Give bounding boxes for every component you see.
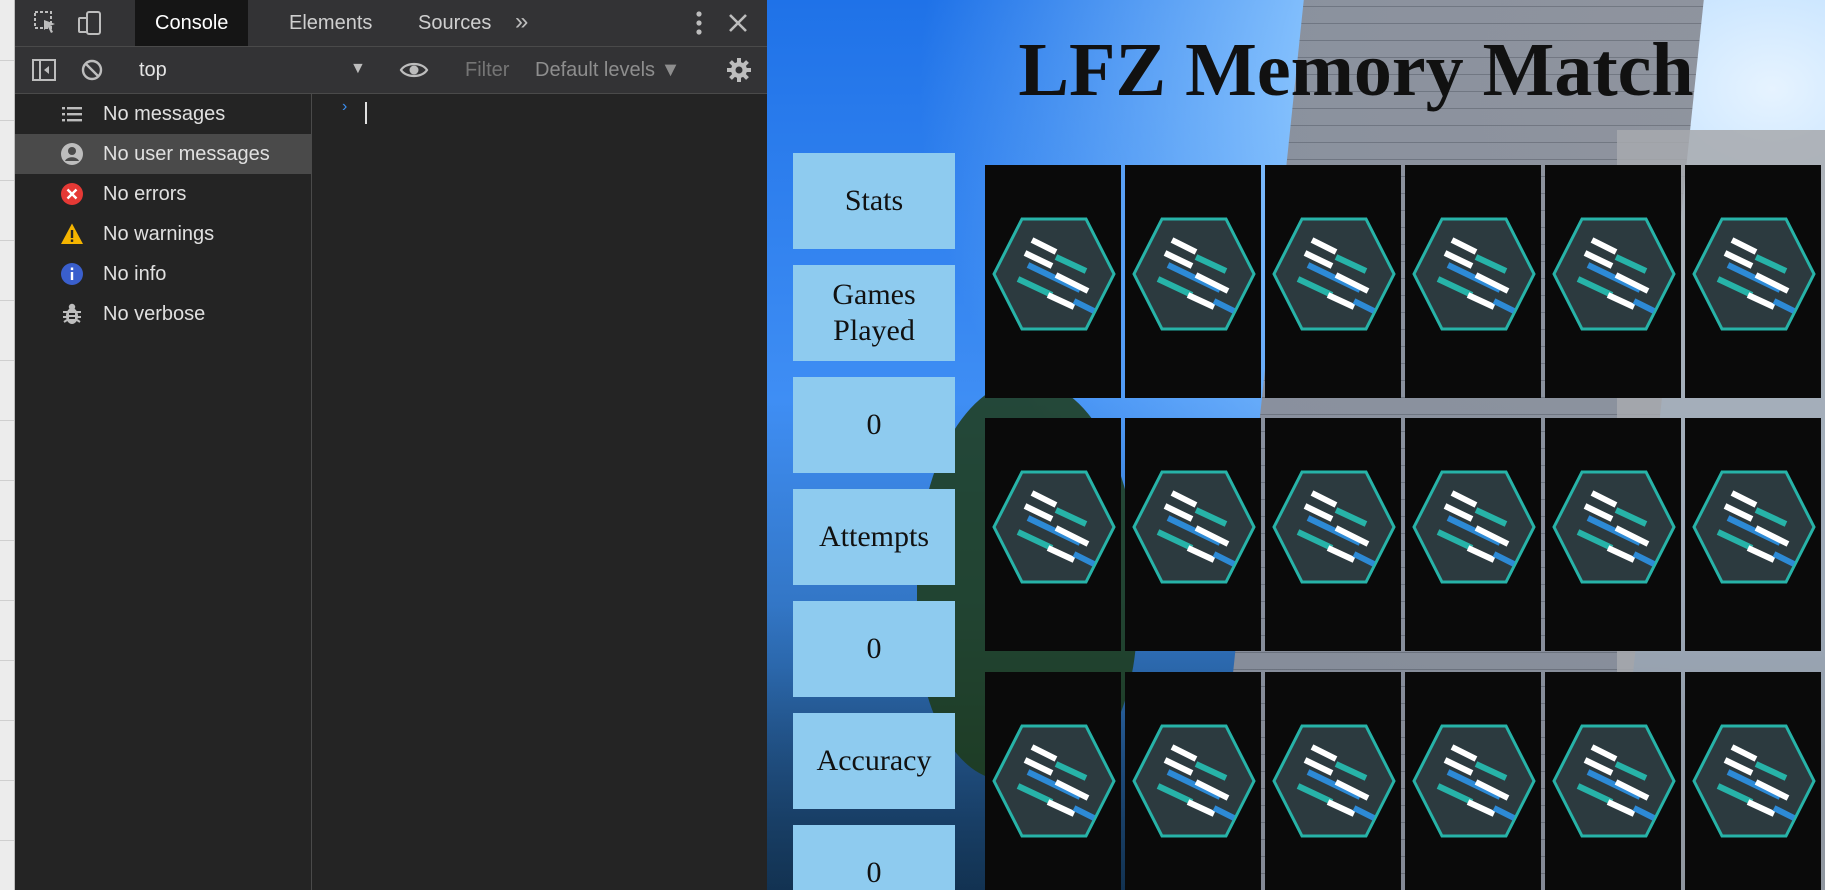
- memory-card[interactable]: [985, 418, 1121, 651]
- log-levels-dropdown[interactable]: Default levels ▼: [535, 47, 680, 93]
- devtools-tab-bar: Console Elements Sources »: [15, 0, 767, 47]
- more-options-icon[interactable]: [693, 8, 705, 38]
- memory-card[interactable]: [1125, 672, 1261, 890]
- sidebar-item-verbose[interactable]: No verbose: [15, 294, 311, 334]
- filter-input[interactable]: [465, 47, 535, 93]
- more-tabs-button[interactable]: »: [515, 0, 528, 46]
- tab-console[interactable]: Console: [135, 0, 249, 46]
- sidebar-item-warnings[interactable]: No warnings: [15, 214, 311, 254]
- accuracy-label: Accuracy: [793, 713, 955, 809]
- lfz-logo-icon: [1132, 470, 1256, 584]
- lfz-logo-icon: [1552, 724, 1676, 838]
- memory-card[interactable]: [1265, 418, 1401, 651]
- close-icon[interactable]: [725, 10, 751, 36]
- user-icon: [61, 143, 83, 165]
- lfz-logo-icon: [1132, 724, 1256, 838]
- console-sidebar: No messages No user messages No errors N…: [15, 94, 312, 890]
- list-icon: [62, 107, 82, 122]
- memory-card[interactable]: [1545, 165, 1681, 398]
- lfz-logo-icon: [1272, 470, 1396, 584]
- lfz-logo-icon: [1692, 470, 1816, 584]
- memory-card[interactable]: [1265, 165, 1401, 398]
- lfz-logo-icon: [992, 724, 1116, 838]
- lfz-logo-icon: [1412, 217, 1536, 331]
- page-edge-strip: [0, 0, 15, 890]
- memory-card[interactable]: [1545, 672, 1681, 890]
- context-selector[interactable]: top: [139, 47, 167, 93]
- device-toolbar-icon[interactable]: [77, 10, 103, 36]
- inspect-element-icon[interactable]: [33, 10, 59, 36]
- eye-icon[interactable]: [399, 57, 429, 83]
- bug-icon: [63, 303, 81, 324]
- stats-header: Stats: [793, 153, 955, 249]
- games-played-value: 0: [793, 377, 955, 473]
- devtools-panel: Console Elements Sources » top ▼ Filter …: [0, 0, 767, 890]
- lfz-logo-icon: [992, 470, 1116, 584]
- lfz-logo-icon: [1272, 724, 1396, 838]
- lfz-logo-icon: [1132, 217, 1256, 331]
- attempts-value: 0: [793, 601, 955, 697]
- lfz-logo-icon: [1692, 724, 1816, 838]
- memory-card[interactable]: [1685, 672, 1821, 890]
- sidebar-item-label: No user messages: [103, 143, 270, 165]
- sidebar-item-info[interactable]: No info: [15, 254, 311, 294]
- sidebar-item-label: No errors: [103, 183, 187, 205]
- memory-card[interactable]: [1405, 418, 1541, 651]
- accuracy-value: 0: [793, 825, 955, 890]
- memory-card[interactable]: [1405, 672, 1541, 890]
- lfz-logo-icon: [1552, 217, 1676, 331]
- memory-card[interactable]: [1265, 672, 1401, 890]
- console-prompt: ›: [342, 98, 348, 115]
- sidebar-item-label: No warnings: [103, 223, 215, 245]
- lfz-logo-icon: [1692, 217, 1816, 331]
- lfz-logo-icon: [992, 217, 1116, 331]
- sidebar-item-label: No verbose: [103, 303, 206, 325]
- clear-console-icon[interactable]: [79, 57, 105, 83]
- games-played-label: Games Played: [793, 265, 955, 361]
- tab-sources[interactable]: Sources: [398, 0, 511, 46]
- memory-card[interactable]: [1125, 418, 1261, 651]
- memory-card[interactable]: [1685, 418, 1821, 651]
- text-caret: [365, 102, 367, 124]
- page-title: LFZ Memory Match: [1018, 28, 1694, 112]
- lfz-logo-icon: [1412, 470, 1536, 584]
- tab-elements[interactable]: Elements: [269, 0, 392, 46]
- warning-icon: [61, 223, 83, 244]
- error-icon: [61, 183, 83, 205]
- attempts-label: Attempts: [793, 489, 955, 585]
- lfz-logo-icon: [1272, 217, 1396, 331]
- sidebar-item-errors[interactable]: No errors: [15, 174, 311, 214]
- sidebar-item-label: No messages: [103, 103, 226, 125]
- sidebar-item-messages[interactable]: No messages: [15, 94, 311, 134]
- memory-match-page: LFZ Memory Match Stats Games Played 0 At…: [767, 0, 1825, 890]
- info-icon: [61, 263, 83, 285]
- gear-icon[interactable]: [726, 57, 752, 83]
- lfz-logo-icon: [1412, 724, 1536, 838]
- lfz-logo-icon: [1552, 470, 1676, 584]
- sidebar-item-user-messages[interactable]: No user messages: [15, 134, 311, 174]
- memory-card[interactable]: [1545, 418, 1681, 651]
- show-sidebar-icon[interactable]: [31, 57, 57, 83]
- chevron-down-icon[interactable]: ▼: [350, 47, 366, 91]
- memory-card[interactable]: [1125, 165, 1261, 398]
- memory-card[interactable]: [1405, 165, 1541, 398]
- memory-card[interactable]: [985, 165, 1121, 398]
- console-input-area[interactable]: ›: [312, 94, 767, 890]
- memory-card[interactable]: [1685, 165, 1821, 398]
- sidebar-item-label: No info: [103, 263, 167, 285]
- memory-card[interactable]: [985, 672, 1121, 890]
- console-toolbar: top ▼ Default levels ▼: [15, 47, 767, 94]
